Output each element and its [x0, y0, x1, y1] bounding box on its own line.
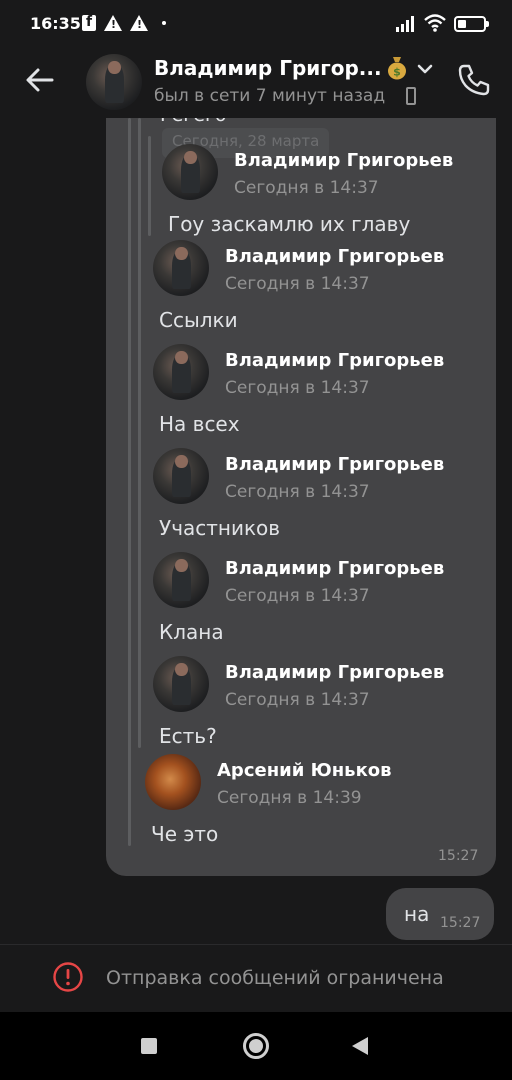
message-list[interactable]: Сегодня, 28 марта Гегего Владимир Григор…: [0, 118, 512, 944]
status-bar: 16:35: [0, 0, 512, 48]
signal-icon: [396, 16, 414, 32]
forwarded-author[interactable]: Владимир Григорьев: [225, 350, 444, 371]
svg-text:$: $: [393, 66, 401, 79]
recents-button[interactable]: [141, 1038, 157, 1054]
restriction-text: Отправка сообщений ограничена: [106, 967, 444, 989]
forwarded-text: На всех: [159, 412, 240, 436]
forwarded-text: Гоу заскамлю их главу: [168, 212, 411, 236]
message-time: 15:27: [438, 848, 479, 864]
avatar[interactable]: [86, 54, 142, 110]
forwarded-time: Сегодня в 14:37: [225, 482, 370, 502]
forwarded-author[interactable]: Владимир Григорьев: [225, 558, 444, 579]
money-bag-icon: $: [388, 57, 406, 80]
chat-title[interactable]: Владимир Григор...: [154, 56, 382, 80]
forwarded-text: Че это: [151, 822, 219, 846]
avatar[interactable]: [153, 656, 209, 712]
forwarded-text: Ссылки: [159, 308, 238, 332]
more-notifications-icon: [162, 21, 166, 25]
mobile-device-icon: [406, 87, 416, 105]
system-navigation-bar: [0, 1012, 512, 1080]
cut-off-message-text: Гегего: [160, 118, 227, 126]
forwarded-time: Сегодня в 14:37: [225, 586, 370, 606]
forwarded-text: Есть?: [159, 724, 217, 748]
forward-indicator: [148, 136, 151, 236]
battery-icon: [454, 16, 489, 32]
wifi-icon: [424, 14, 446, 32]
message-time: 15:27: [440, 915, 481, 931]
forwarded-time: Сегодня в 14:37: [234, 178, 379, 198]
forwarded-text: Участников: [159, 516, 281, 540]
forward-indicator: [128, 118, 131, 846]
avatar[interactable]: [162, 144, 218, 200]
forwarded-author[interactable]: Владимир Григорьев: [234, 150, 453, 171]
outgoing-message-bubble[interactable]: на 15:27: [386, 888, 494, 940]
forward-indicator: [138, 118, 141, 748]
forwarded-author[interactable]: Арсений Юньков: [217, 760, 392, 781]
facebook-notification-icon: [82, 14, 96, 31]
back-arrow-icon[interactable]: [24, 64, 56, 96]
status-time: 16:35: [30, 14, 81, 33]
alert-circle-icon: [53, 962, 83, 992]
back-button[interactable]: [352, 1037, 368, 1055]
forwarded-time: Сегодня в 14:37: [225, 378, 370, 398]
avatar[interactable]: [153, 240, 209, 296]
forwarded-author[interactable]: Владимир Григорьев: [225, 662, 444, 683]
forwarded-text: Клана: [159, 620, 224, 644]
call-icon[interactable]: [456, 62, 492, 98]
forwarded-time: Сегодня в 14:37: [225, 690, 370, 710]
avatar[interactable]: [153, 448, 209, 504]
messaging-restricted-banner: Отправка сообщений ограничена: [0, 944, 512, 1012]
avatar[interactable]: [153, 344, 209, 400]
forwarded-author[interactable]: Владимир Григорьев: [225, 454, 444, 475]
warning-notification-icon: [104, 15, 122, 31]
avatar[interactable]: [145, 754, 201, 810]
chevron-down-icon[interactable]: [416, 62, 434, 76]
online-status: был в сети 7 минут назад: [154, 86, 386, 106]
chat-header: Владимир Григор... $ был в сети 7 минут …: [0, 48, 512, 118]
avatar[interactable]: [153, 552, 209, 608]
warning-notification-icon: [130, 15, 148, 31]
message-text: на: [404, 902, 430, 926]
forwarded-time: Сегодня в 14:39: [217, 788, 362, 808]
home-button[interactable]: [243, 1033, 269, 1059]
forwarded-author[interactable]: Владимир Григорьев: [225, 246, 444, 267]
forwarded-time: Сегодня в 14:37: [225, 274, 370, 294]
